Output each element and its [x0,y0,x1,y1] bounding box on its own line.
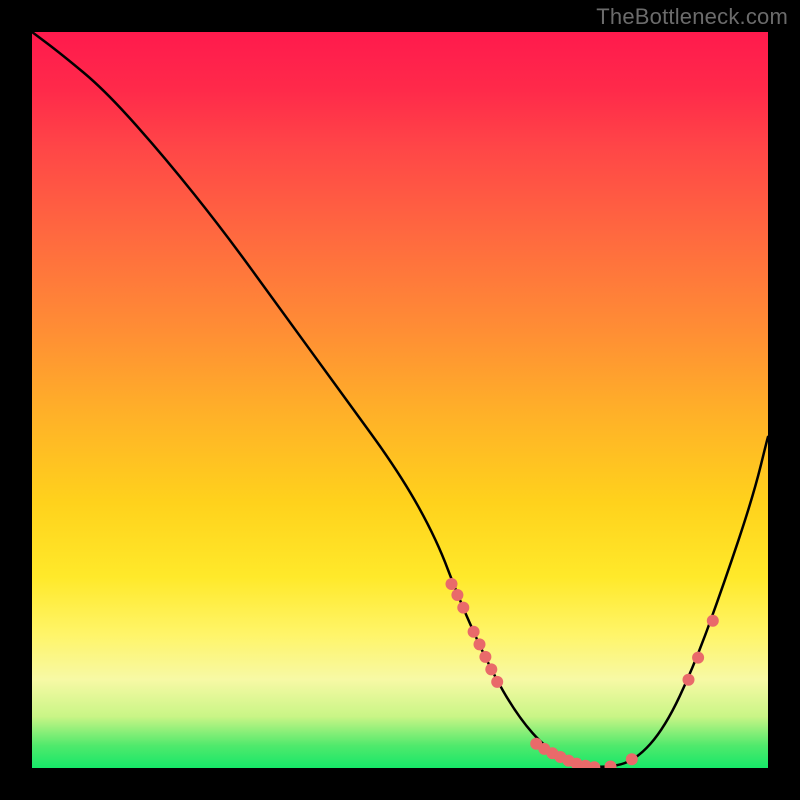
marker-left-cluster-3 [457,602,469,614]
chart-frame: TheBottleneck.com [0,0,800,800]
marker-right-cluster-1 [683,674,695,686]
marker-group [446,578,719,768]
curve-layer [32,32,768,768]
marker-left-cluster-7 [485,663,497,675]
marker-left-cluster-5 [474,638,486,650]
marker-left-cluster-6 [479,651,491,663]
marker-right-cluster-3 [707,615,719,627]
watermark-text: TheBottleneck.com [596,4,788,30]
marker-right-cluster-2 [692,652,704,664]
bottleneck-curve [32,32,768,767]
marker-left-cluster-8 [491,676,503,688]
marker-left-cluster-2 [451,589,463,601]
marker-bottom-9 [605,761,617,769]
marker-bottom-right-1 [626,753,638,765]
plot-area [32,32,768,768]
marker-left-cluster-1 [446,578,458,590]
marker-left-cluster-4 [468,626,480,638]
